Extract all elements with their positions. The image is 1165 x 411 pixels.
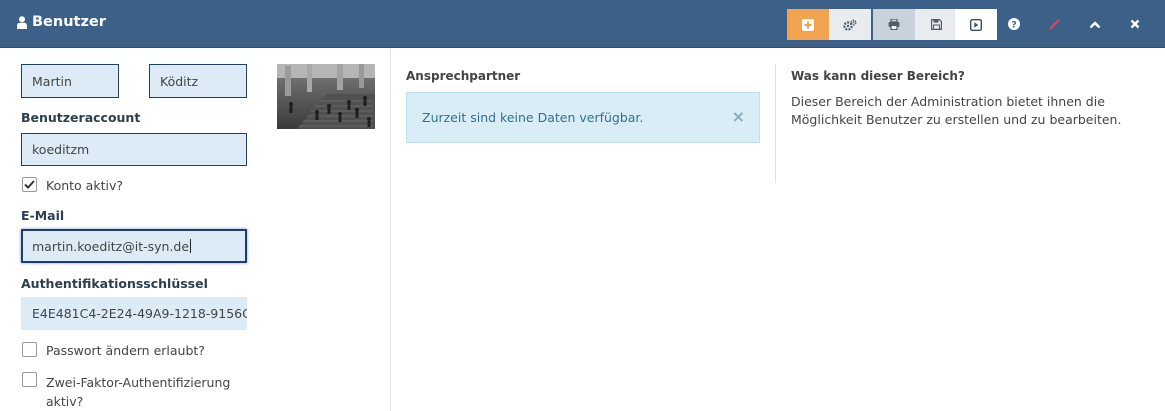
column-divider <box>390 48 391 411</box>
plus-square-icon <box>802 18 814 31</box>
floppy-icon <box>930 19 942 30</box>
save-button[interactable] <box>915 9 957 40</box>
auth-key-label: Authentifikationsschlüssel <box>21 276 208 291</box>
column-divider <box>775 64 776 183</box>
first-name-field[interactable]: Martin <box>21 64 119 98</box>
panel-header: Benutzer ? <box>0 0 1165 48</box>
last-name-field[interactable]: Köditz <box>149 64 247 98</box>
check-icon <box>24 180 35 189</box>
settings-button[interactable] <box>829 9 871 40</box>
contacts-heading: Ansprechpartner <box>406 69 521 83</box>
cogs-icon <box>843 18 857 31</box>
add-button[interactable] <box>787 9 829 40</box>
account-label: Benutzeraccount <box>21 110 141 125</box>
empty-alert: Zurzeit sind keine Daten verfügbar. × <box>406 92 760 143</box>
user-icon <box>17 15 27 29</box>
text-cursor <box>190 239 192 253</box>
account-active-label: Konto aktiv? <box>46 178 123 193</box>
info-heading: Was kann dieser Bereich? <box>791 69 965 83</box>
pencil-icon[interactable] <box>1045 15 1063 33</box>
close-icon[interactable]: × <box>732 107 745 126</box>
play-square-icon <box>970 18 982 31</box>
two-factor-checkbox[interactable] <box>22 372 37 387</box>
email-label: E-Mail <box>21 208 65 223</box>
print-button[interactable] <box>873 9 915 40</box>
password-change-checkbox[interactable] <box>22 342 37 357</box>
next-button[interactable] <box>955 9 997 40</box>
two-factor-label: Zwei-Faktor-Authentifizierung aktiv? <box>46 375 231 409</box>
email-field[interactable]: martin.koeditz@it-syn.de <box>21 229 247 263</box>
panel-title: Benutzer <box>17 14 106 30</box>
close-icon[interactable] <box>1126 15 1144 33</box>
print-icon <box>888 19 900 30</box>
password-change-label: Passwort ändern erlaubt? <box>46 343 205 358</box>
chevron-up-icon[interactable] <box>1086 15 1104 33</box>
info-text: Dieser Bereich der Administration bietet… <box>791 94 1122 127</box>
account-field[interactable]: koeditzm <box>21 133 247 166</box>
auth-key-field[interactable]: E4E481C4-2E24-49A9-1218-9156C <box>21 297 247 330</box>
user-photo <box>277 64 375 129</box>
account-active-checkbox[interactable] <box>22 177 37 192</box>
empty-alert-message: Zurzeit sind keine Daten verfügbar. <box>422 110 644 125</box>
svg-text:?: ? <box>1011 20 1016 30</box>
panel-title-text: Benutzer <box>32 14 106 30</box>
help-icon[interactable]: ? <box>1005 15 1023 33</box>
